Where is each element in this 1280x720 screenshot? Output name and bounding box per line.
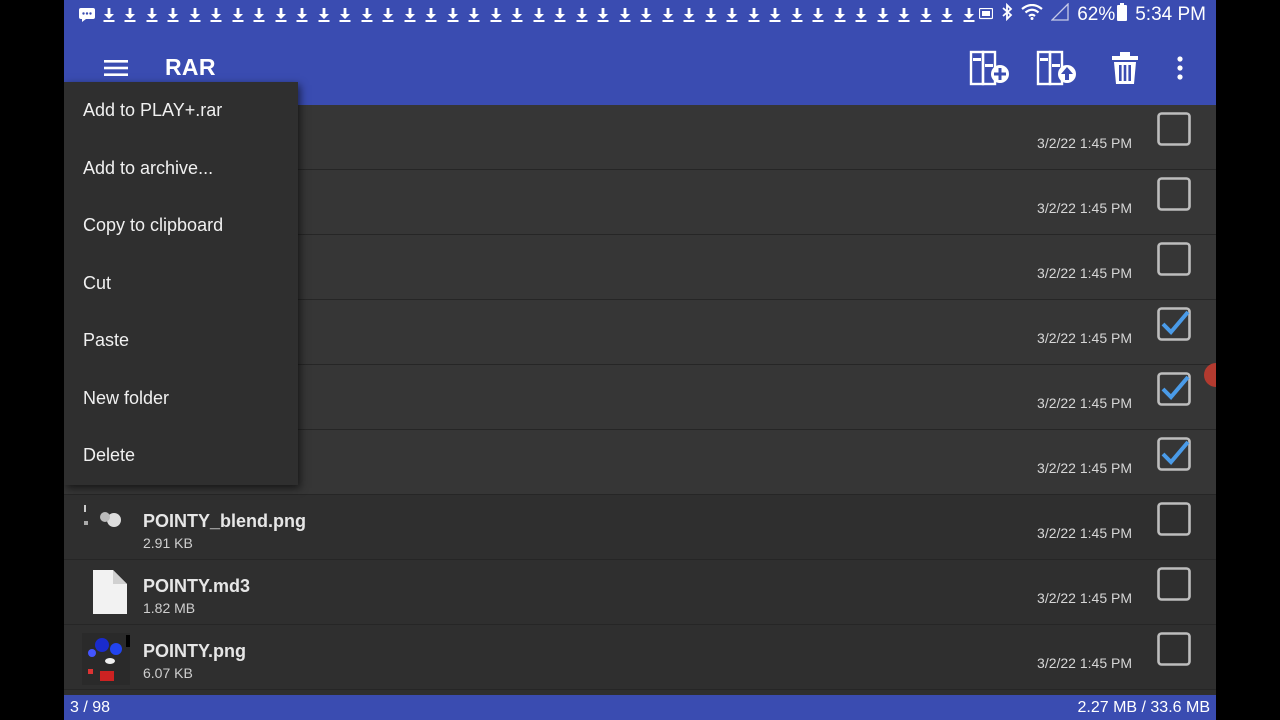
download-icon <box>270 0 292 30</box>
download-icon <box>571 0 593 30</box>
file-icon <box>82 568 130 616</box>
download-icon <box>335 0 357 30</box>
status-right: 62% 5:34 PM <box>979 0 1206 30</box>
more-options-icon[interactable] <box>1158 48 1202 88</box>
download-icon <box>593 0 615 30</box>
extract-archive-icon[interactable] <box>1035 48 1079 88</box>
notification-icons <box>64 0 980 30</box>
download-icon <box>851 0 873 30</box>
download-icon <box>249 0 271 30</box>
file-name: POINTY.png <box>143 641 246 661</box>
context-menu: Add to PLAY+.rar Add to archive... Copy to… <box>64 82 298 485</box>
file-size: 2.91 KB <box>143 535 193 551</box>
file-date: 3/2/22 1:45 PM <box>1037 655 1132 671</box>
download-icon <box>700 0 722 30</box>
context-menu-item[interactable]: New folder <box>83 388 169 409</box>
wifi-icon <box>1021 3 1043 26</box>
download-icon <box>657 0 679 30</box>
download-icon <box>528 0 550 30</box>
download-icon <box>829 0 851 30</box>
download-icon <box>442 0 464 30</box>
select-checkbox[interactable] <box>1157 632 1191 666</box>
signal-icon <box>1050 2 1069 27</box>
clock: 5:34 PM <box>1135 4 1206 25</box>
bottom-status-bar: 3 / 98 2.27 MB / 33.6 MB <box>64 695 1216 720</box>
download-icon <box>163 0 185 30</box>
download-icon <box>206 0 228 30</box>
download-icon <box>765 0 787 30</box>
download-icon <box>120 0 142 30</box>
select-checkbox[interactable] <box>1157 307 1191 341</box>
file-date: 3/2/22 1:45 PM <box>1037 395 1132 411</box>
download-icon <box>614 0 636 30</box>
download-icon <box>421 0 443 30</box>
download-icon <box>485 0 507 30</box>
select-checkbox[interactable] <box>1157 177 1191 211</box>
context-menu-item[interactable]: Copy to clipboard <box>83 215 223 236</box>
download-icon <box>356 0 378 30</box>
delete-icon[interactable] <box>1103 48 1147 88</box>
download-icon <box>378 0 400 30</box>
select-checkbox[interactable] <box>1157 242 1191 276</box>
status-bar: 62% 5:34 PM <box>64 0 1216 30</box>
download-icon <box>958 0 980 30</box>
file-row[interactable]: POINTY.md3 1.82 MB 3/2/22 1:45 PM <box>64 560 1216 625</box>
download-icon <box>141 0 163 30</box>
download-icon <box>184 0 206 30</box>
download-icon <box>399 0 421 30</box>
download-icon <box>464 0 486 30</box>
download-icon <box>636 0 658 30</box>
context-menu-item[interactable]: Cut <box>83 273 111 294</box>
download-icon <box>786 0 808 30</box>
file-name: POINTY.md3 <box>143 576 251 596</box>
download-icon <box>722 0 744 30</box>
download-icon <box>507 0 529 30</box>
download-icon <box>872 0 894 30</box>
file-date: 3/2/22 1:45 PM <box>1037 135 1132 151</box>
battery-icon <box>1117 3 1128 27</box>
download-icon <box>679 0 701 30</box>
download-icon <box>550 0 572 30</box>
file-size: 1.82 MB <box>143 600 196 616</box>
download-icon <box>937 0 959 30</box>
item-position: 3 / 98 <box>70 699 111 716</box>
image-thumbnail <box>82 503 130 551</box>
download-icon <box>743 0 765 30</box>
battery-percent: 62% <box>1077 4 1116 25</box>
select-checkbox[interactable] <box>1157 437 1191 471</box>
download-icon <box>227 0 249 30</box>
download-icon <box>808 0 830 30</box>
size-info: 2.27 MB / 33.6 MB <box>1077 699 1210 716</box>
file-date: 3/2/22 1:45 PM <box>1037 330 1132 346</box>
download-icon <box>894 0 916 30</box>
image-thumbnail <box>82 633 130 685</box>
select-checkbox[interactable] <box>1157 567 1191 601</box>
file-date: 3/2/22 1:45 PM <box>1037 265 1132 281</box>
select-checkbox[interactable] <box>1157 502 1191 536</box>
context-menu-item[interactable]: Delete <box>83 445 135 466</box>
add-to-archive-icon[interactable] <box>968 48 1012 88</box>
select-checkbox[interactable] <box>1157 372 1191 406</box>
hamburger-menu-icon[interactable] <box>102 54 130 82</box>
context-menu-item[interactable]: Paste <box>83 330 129 351</box>
chat-icon <box>76 0 98 30</box>
file-date: 3/2/22 1:45 PM <box>1037 460 1132 476</box>
context-menu-item[interactable]: Add to archive... <box>83 158 213 179</box>
cast-icon <box>979 4 994 26</box>
file-row[interactable]: POINTY_blend.png 2.91 KB 3/2/22 1:45 PM <box>64 495 1216 560</box>
download-icon <box>292 0 314 30</box>
select-checkbox[interactable] <box>1157 112 1191 146</box>
file-name: POINTY_blend.png <box>143 511 307 531</box>
file-row[interactable]: POINTY.png 6.07 KB 3/2/22 1:45 PM <box>64 625 1216 690</box>
bluetooth-icon <box>1001 2 1013 27</box>
file-date: 3/2/22 1:45 PM <box>1037 525 1132 541</box>
download-icon <box>915 0 937 30</box>
download-icon <box>313 0 335 30</box>
file-date: 3/2/22 1:45 PM <box>1037 200 1132 216</box>
file-size: 6.07 KB <box>143 665 193 681</box>
file-date: 3/2/22 1:45 PM <box>1037 590 1132 606</box>
download-icon <box>98 0 120 30</box>
context-menu-item[interactable]: Add to PLAY+.rar <box>83 100 222 121</box>
page-title: RAR <box>165 54 216 80</box>
